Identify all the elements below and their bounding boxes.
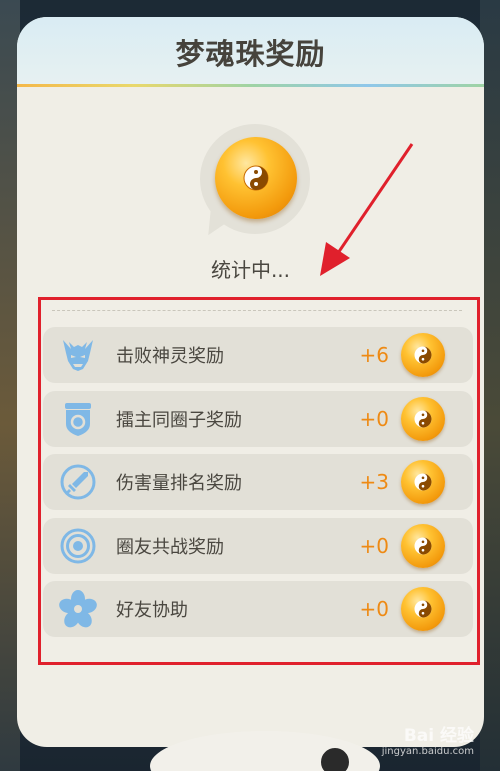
annotation-highlight-box bbox=[38, 297, 480, 665]
dialog-header: 梦魂珠奖励 bbox=[17, 17, 484, 87]
watermark-brand: Bai 经验 bbox=[403, 726, 474, 746]
dream-orb-display bbox=[195, 124, 310, 244]
dream-orb-icon bbox=[215, 137, 297, 219]
annotation-arrow-icon bbox=[320, 143, 414, 276]
watermark: Bai 经验 jingyan.baidu.com bbox=[382, 721, 474, 757]
bottom-dot-decoration bbox=[318, 745, 352, 771]
watermark-url: jingyan.baidu.com bbox=[381, 746, 474, 757]
yin-yang-icon bbox=[243, 165, 269, 191]
dialog-title: 梦魂珠奖励 bbox=[175, 37, 326, 71]
